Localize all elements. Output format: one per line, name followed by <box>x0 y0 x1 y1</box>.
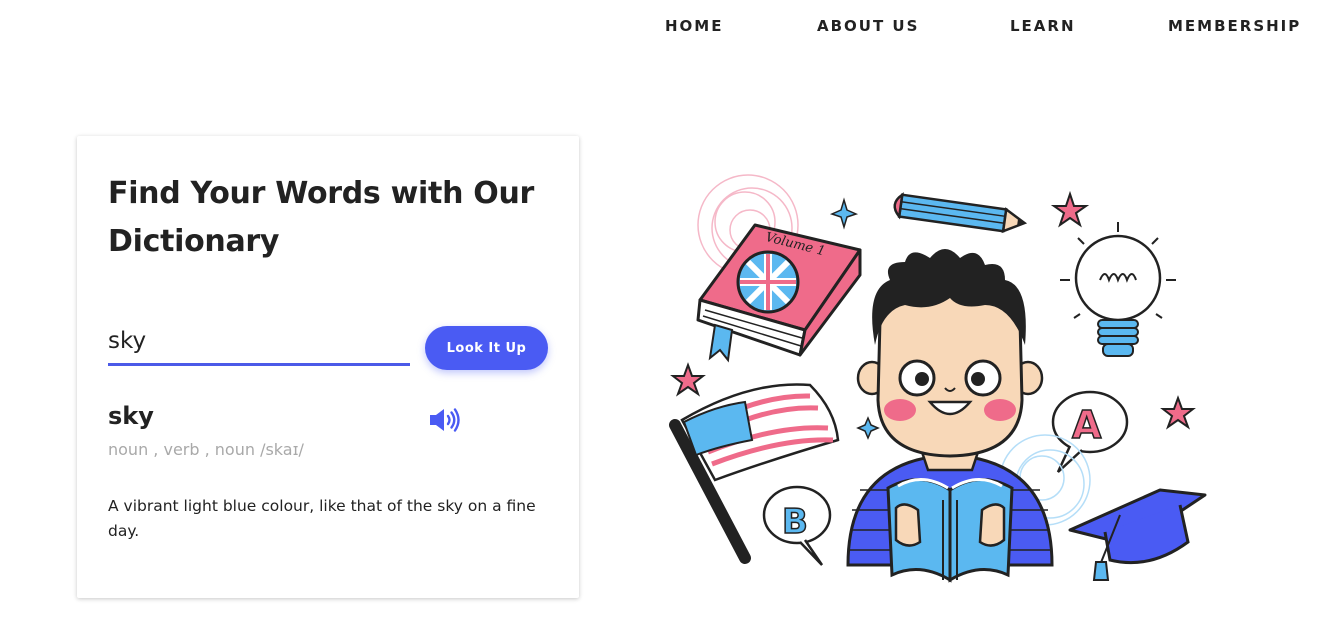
star-icon <box>1050 190 1090 228</box>
graduation-cap-icon <box>1068 488 1207 581</box>
result-word: sky <box>108 402 154 430</box>
bubble-a-letter: A <box>1072 403 1102 447</box>
light-bulb-icon <box>1060 222 1176 357</box>
open-book-icon <box>886 478 1014 583</box>
bubble-b-letter: B <box>782 502 808 542</box>
nav-about-us[interactable]: ABOUT US <box>817 17 919 35</box>
nav-learn[interactable]: LEARN <box>1010 17 1076 35</box>
nav-membership[interactable]: MEMBERSHIP <box>1168 17 1301 35</box>
dictionary-book-icon: Volume 1 <box>696 223 862 363</box>
speech-bubble-a: A <box>1051 390 1129 473</box>
student-illustration: Volume 1 B A <box>669 174 1207 583</box>
star-icon <box>1160 395 1196 430</box>
result-definition: A vibrant light blue colour, like that o… <box>108 497 536 540</box>
sparkle-icon <box>829 197 859 230</box>
dictionary-card: Find Your Words with Our Dictionary Look… <box>77 136 579 598</box>
speech-bubble-b: B <box>762 485 832 566</box>
page-title: Find Your Words with Our Dictionary <box>108 176 535 259</box>
pencil-icon <box>893 192 1028 234</box>
nav-home[interactable]: HOME <box>665 17 723 35</box>
search-input[interactable] <box>108 322 410 366</box>
top-nav: HOME ABOUT US LEARN MEMBERSHIP <box>0 0 1334 54</box>
result-phonetic: noun , verb , noun /skaɪ/ <box>108 440 304 459</box>
sparkle-icon <box>856 416 880 440</box>
look-it-up-button[interactable]: Look It Up <box>425 326 548 370</box>
speaker-icon[interactable] <box>429 406 463 434</box>
star-icon <box>670 362 706 397</box>
